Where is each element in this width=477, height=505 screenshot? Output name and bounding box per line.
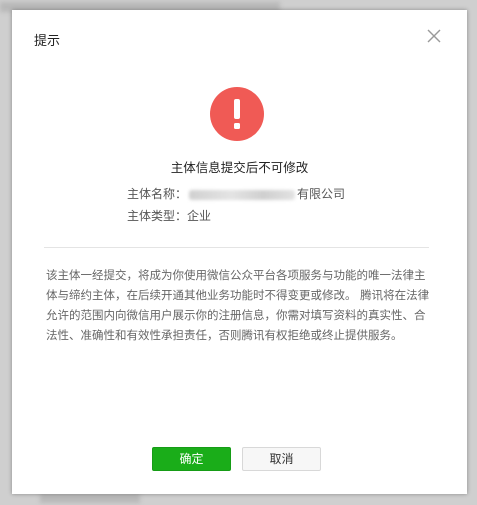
- blurred-background-text: [40, 493, 140, 503]
- divider: [44, 247, 429, 248]
- entity-type-row: 主体类型：企业: [127, 207, 211, 224]
- entity-name-label: 主体名称：: [127, 187, 188, 201]
- notice-text: 该主体一经提交，将成为你使用微信公众平台各项服务与功能的唯一法律主体与缔约主体，…: [46, 268, 430, 342]
- confirm-button[interactable]: 确定: [152, 447, 231, 471]
- exclamation-circle-icon: [210, 87, 264, 141]
- entity-name-row: 主体名称： 有限公司: [127, 185, 345, 202]
- entity-name-suffix: 有限公司: [297, 187, 346, 201]
- redacted-entity-name: [189, 189, 296, 200]
- entity-type-value: 企业: [187, 209, 212, 223]
- entity-type-label: 主体类型：: [127, 209, 188, 223]
- confirm-dialog: 提示 主体信息提交后不可修改 主体名称： 有限公司 主体类型：企业 该主体一经提交…: [12, 10, 467, 494]
- dialog-title: 提示: [34, 34, 61, 49]
- dialog-headline: 主体信息提交后不可修改: [170, 160, 309, 175]
- cancel-button[interactable]: 取消: [242, 447, 321, 471]
- close-icon[interactable]: [425, 27, 443, 45]
